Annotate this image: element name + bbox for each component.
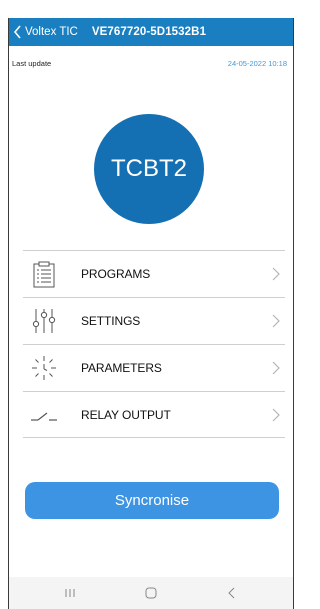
back-label: Voltex TIC — [25, 26, 78, 38]
menu-item-programs[interactable]: PROGRAMS — [23, 250, 285, 297]
last-update-row: Last update 24-05-2022 10:18 — [9, 56, 293, 70]
recent-apps-icon — [65, 589, 75, 597]
menu-item-label: PROGRAMS — [81, 267, 151, 281]
synchronise-button[interactable]: Syncronise — [25, 482, 279, 519]
chevron-right-icon — [272, 314, 280, 328]
device-name: TCBT2 — [110, 155, 187, 182]
last-update-label: Last update — [12, 58, 52, 68]
top-bar: Voltex TIC VE767720-5D1532B1 — [9, 18, 293, 46]
system-nav-bar — [9, 577, 293, 609]
relay-switch-icon — [27, 398, 61, 432]
system-back-button[interactable] — [212, 579, 252, 607]
app-screen: Voltex TIC VE767720-5D1532B1 Last update… — [8, 18, 294, 609]
device-menu: PROGRAMS SETTINGS PARAMETERS RELAY OUTPU… — [23, 250, 285, 438]
menu-item-label: RELAY OUTPUT — [81, 407, 171, 422]
chevron-left-icon — [13, 25, 21, 39]
home-icon — [145, 587, 157, 599]
home-button[interactable] — [131, 579, 171, 607]
chevron-right-icon — [272, 408, 280, 421]
chevron-right-icon — [272, 361, 280, 375]
menu-item-label: PARAMETERS — [81, 361, 162, 375]
back-button[interactable]: Voltex TIC — [9, 18, 78, 46]
last-update-timestamp: 24-05-2022 10:18 — [227, 58, 287, 68]
device-id-title: VE767720-5D1532B1 — [91, 26, 207, 38]
chevron-right-icon — [272, 267, 280, 281]
device-name-badge: TCBT2 — [94, 114, 204, 224]
menu-item-relay-output[interactable]: RELAY OUTPUT — [23, 391, 285, 438]
synchronise-label: Syncronise — [114, 492, 190, 509]
sun-parameters-icon — [27, 351, 61, 385]
recent-apps-button[interactable] — [50, 579, 90, 607]
menu-item-settings[interactable]: SETTINGS — [23, 297, 285, 344]
menu-item-label: SETTINGS — [81, 314, 141, 328]
chevron-left-icon — [228, 587, 235, 599]
sliders-icon — [27, 304, 61, 338]
menu-item-parameters[interactable]: PARAMETERS — [23, 344, 285, 391]
clipboard-icon — [27, 257, 61, 291]
